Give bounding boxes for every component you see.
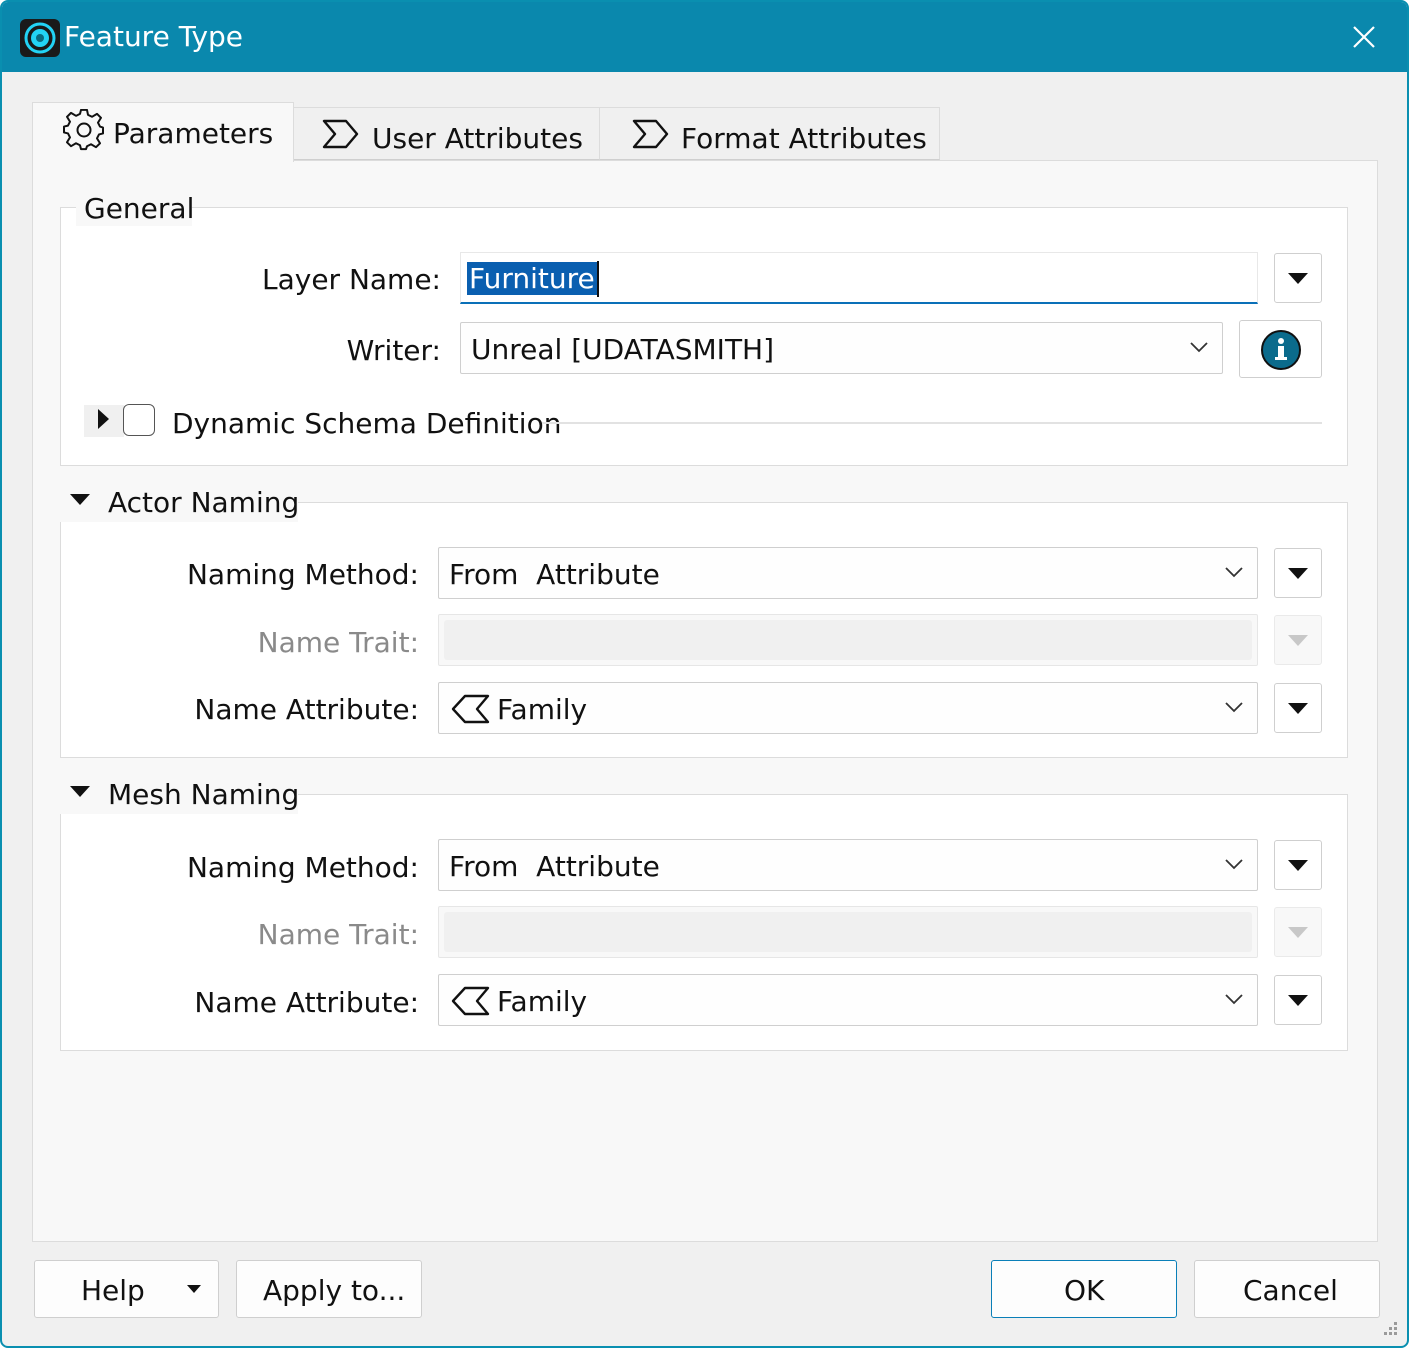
apply-to-button[interactable]: Apply to... <box>236 1260 422 1318</box>
actor-naming-method-label: Naming Method: <box>186 558 419 591</box>
actor-name-attribute-value: Family <box>497 693 588 726</box>
chevron-down-icon <box>1225 859 1243 870</box>
ok-button[interactable]: OK <box>991 1260 1177 1318</box>
layer-name-label: Layer Name: <box>261 263 441 296</box>
tab-format-attributes[interactable]: Format Attributes <box>599 107 940 160</box>
mesh-name-attribute-value: Family <box>497 985 588 1018</box>
actor-name-attribute-label: Name Attribute: <box>194 693 419 726</box>
mesh-naming-header[interactable]: Mesh Naming <box>60 774 300 814</box>
attribute-arrow-icon <box>632 119 669 149</box>
writer-select[interactable]: Unreal [UDATASMITH] <box>460 322 1223 374</box>
mesh-naming-method-menu-button[interactable] <box>1274 840 1322 890</box>
actor-name-attribute-menu-button[interactable] <box>1274 683 1322 733</box>
resize-grip-icon[interactable] <box>1380 1320 1400 1340</box>
group-title: General <box>84 192 195 225</box>
triangle-down-icon <box>1288 860 1308 871</box>
mesh-name-trait-value <box>444 912 1252 952</box>
chevron-down-icon <box>1225 567 1243 578</box>
mesh-naming-method-value: From Attribute <box>449 850 660 883</box>
tab-label: Parameters <box>113 117 274 150</box>
mesh-naming-method-select[interactable]: From Attribute <box>438 839 1258 891</box>
dynamic-schema-expander[interactable] <box>84 405 124 437</box>
group-title: Mesh Naming <box>108 778 300 811</box>
divider <box>542 422 1322 424</box>
title-bar[interactable]: Feature Type <box>2 2 1407 72</box>
attribute-arrow-icon <box>322 119 359 149</box>
layer-name-menu-button[interactable] <box>1274 253 1322 303</box>
attribute-arrow-left-icon <box>451 986 490 1016</box>
cancel-button-label: Cancel <box>1243 1274 1338 1307</box>
window-title: Feature Type <box>64 20 244 53</box>
actor-naming-method-menu-button[interactable] <box>1274 548 1322 598</box>
triangle-down-icon <box>1288 927 1308 938</box>
actor-name-trait-field <box>438 614 1258 666</box>
layer-name-input[interactable]: Furniture <box>460 252 1258 304</box>
triangle-down-icon <box>1288 568 1308 579</box>
info-icon <box>1261 330 1301 370</box>
triangle-down-icon <box>1288 995 1308 1006</box>
actor-name-trait-label: Name Trait: <box>257 626 419 659</box>
mesh-name-attribute-menu-button[interactable] <box>1274 975 1322 1025</box>
writer-label: Writer: <box>346 334 441 367</box>
feature-type-dialog: Feature Type User Attributes Format Attr… <box>0 0 1409 1348</box>
actor-name-trait-value <box>444 620 1252 660</box>
mesh-name-trait-menu-button <box>1274 907 1322 957</box>
actor-name-trait-menu-button <box>1274 615 1322 665</box>
tab-label: User Attributes <box>372 122 583 155</box>
group-header-bg <box>60 187 1348 207</box>
tab-label: Format Attributes <box>681 122 927 155</box>
triangle-down-icon <box>1288 273 1308 284</box>
close-button[interactable] <box>1317 2 1407 72</box>
close-icon <box>1353 26 1375 48</box>
triangle-down-icon[interactable] <box>187 1285 201 1293</box>
chevron-down-icon <box>1225 702 1243 713</box>
actor-naming-header[interactable]: Actor Naming <box>60 482 300 522</box>
tab-parameters[interactable]: Parameters <box>32 102 294 162</box>
attribute-arrow-left-icon <box>451 694 490 724</box>
writer-value: Unreal [UDATASMITH] <box>471 333 775 366</box>
layer-name-value: Furniture <box>467 262 597 295</box>
collapse-triangle-icon[interactable] <box>70 786 90 797</box>
cancel-button[interactable]: Cancel <box>1194 1260 1380 1318</box>
mesh-name-attribute-label: Name Attribute: <box>194 986 419 1019</box>
help-button[interactable]: Help <box>34 1260 219 1318</box>
gear-icon <box>63 109 104 151</box>
mesh-name-attribute-select[interactable]: Family <box>438 974 1258 1026</box>
ok-button-label: OK <box>1064 1274 1105 1307</box>
actor-naming-method-value: From Attribute <box>449 558 660 591</box>
text-caret <box>597 261 599 297</box>
general-header: General <box>76 188 195 226</box>
group-title: Actor Naming <box>108 486 300 519</box>
dynamic-schema-label: Dynamic Schema Definition <box>172 407 562 440</box>
chevron-down-icon <box>1190 342 1208 353</box>
dynamic-schema-checkbox[interactable] <box>123 404 155 436</box>
mesh-name-trait-label: Name Trait: <box>257 918 419 951</box>
mesh-name-trait-field <box>438 906 1258 958</box>
help-button-label: Help <box>81 1274 145 1307</box>
apply-to-button-label: Apply to... <box>263 1274 406 1307</box>
chevron-down-icon <box>1225 994 1243 1005</box>
triangle-right-icon <box>98 409 109 429</box>
fme-app-icon <box>20 19 60 57</box>
collapse-triangle-icon[interactable] <box>70 494 90 505</box>
triangle-down-icon <box>1288 703 1308 714</box>
actor-name-attribute-select[interactable]: Family <box>438 682 1258 734</box>
tab-user-attributes[interactable]: User Attributes <box>293 107 600 160</box>
actor-naming-method-select[interactable]: From Attribute <box>438 547 1258 599</box>
triangle-down-icon <box>1288 635 1308 646</box>
writer-info-button[interactable] <box>1239 320 1322 378</box>
mesh-naming-method-label: Naming Method: <box>186 851 419 884</box>
